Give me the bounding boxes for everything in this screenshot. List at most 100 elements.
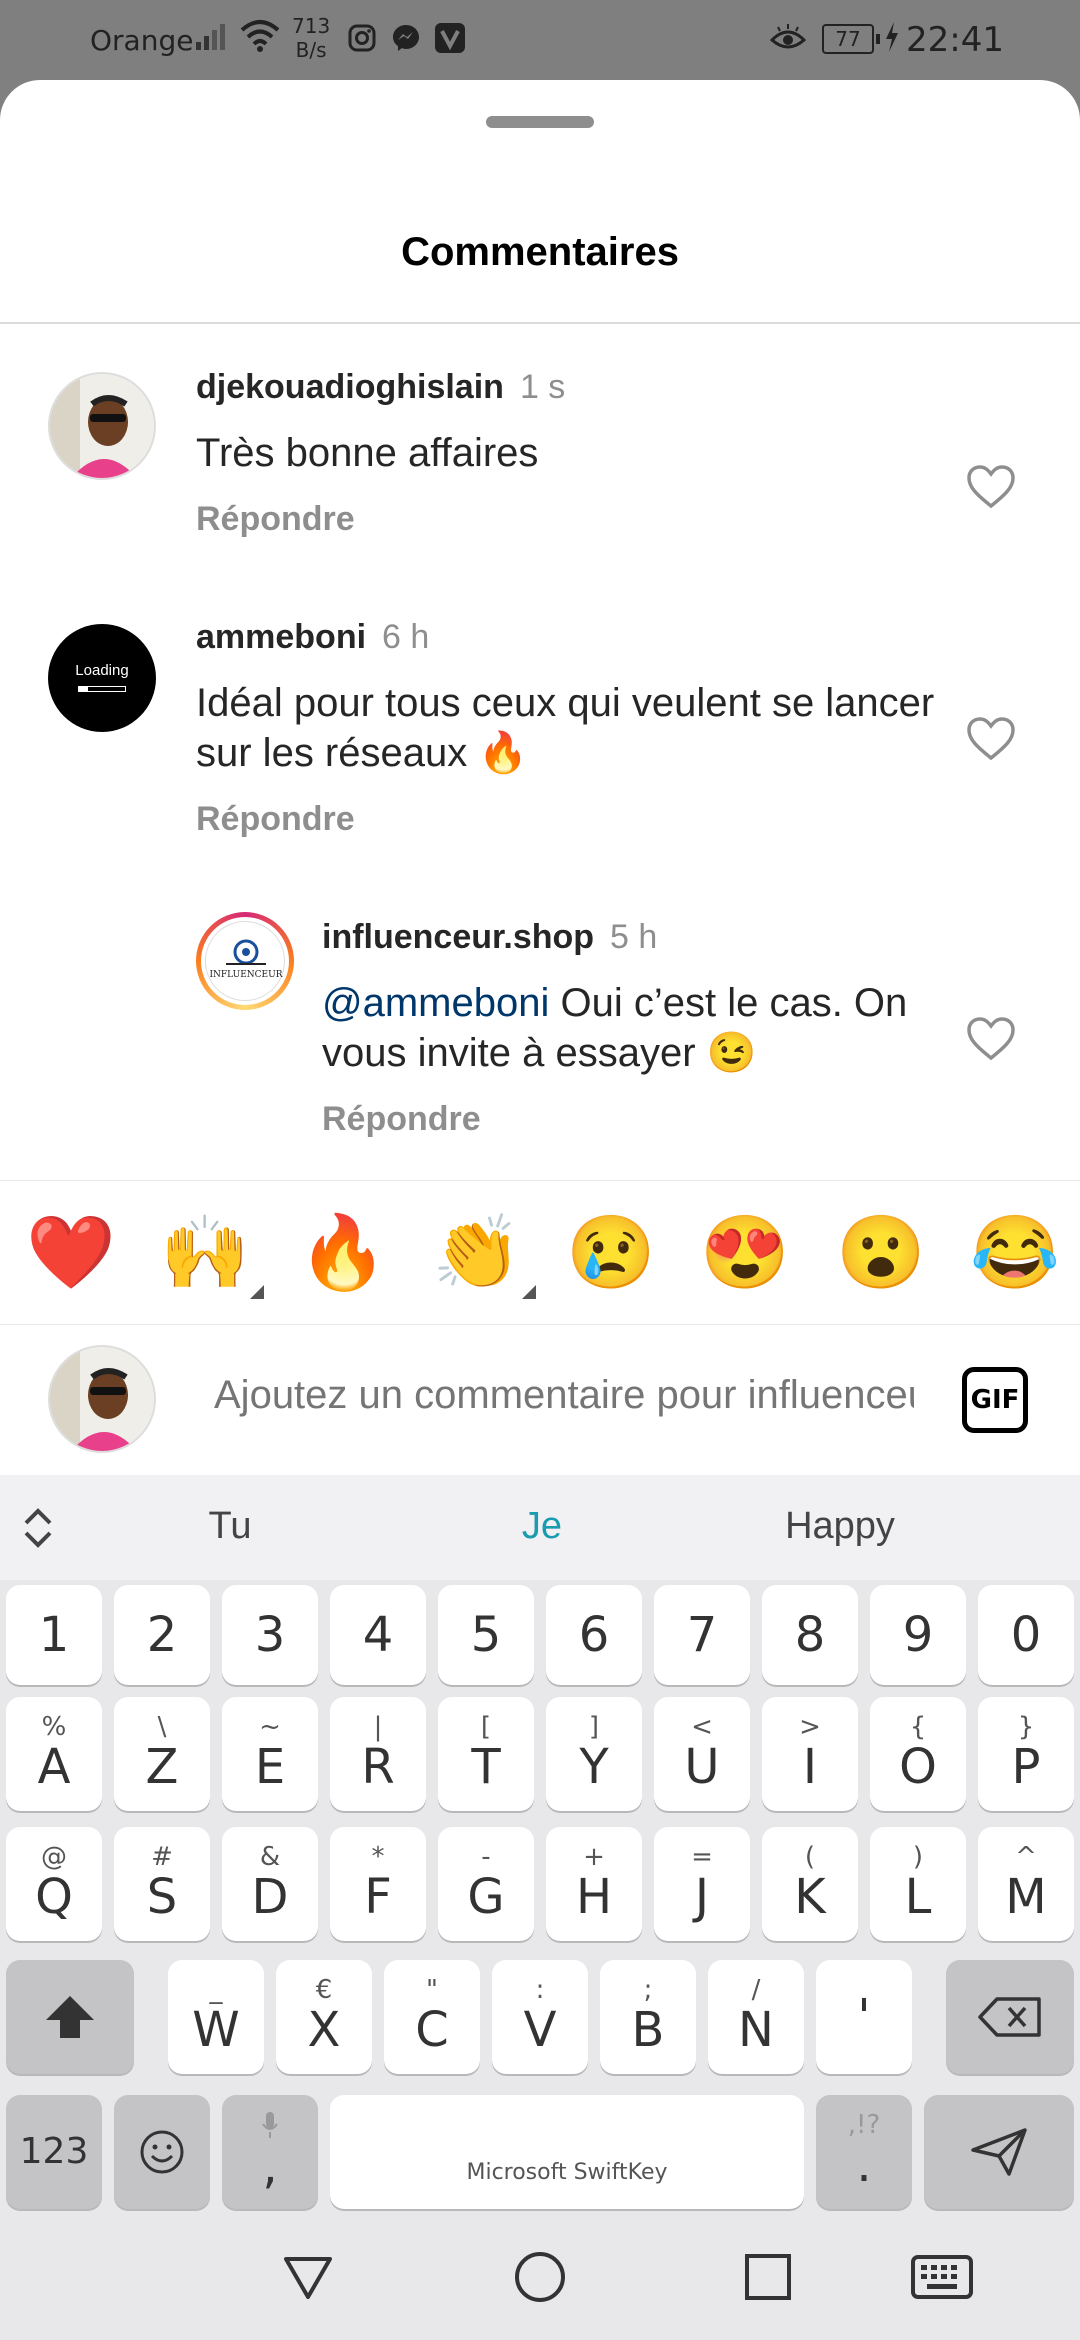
key-secondary-label: € (315, 1975, 333, 2005)
key-i[interactable]: > I (762, 1697, 858, 1811)
key-j[interactable]: = J (654, 1827, 750, 1941)
key-p[interactable]: } P (978, 1697, 1074, 1811)
key-8[interactable]: 8 (762, 1585, 858, 1685)
key-q[interactable]: @ Q (6, 1827, 102, 1941)
key-9[interactable]: 9 (870, 1585, 966, 1685)
key-f[interactable]: * F (330, 1827, 426, 1941)
skin-tone-indicator (521, 1285, 536, 1299)
key-h[interactable]: + H (546, 1827, 642, 1941)
avatar[interactable]: Loading (48, 624, 156, 732)
key-7[interactable]: 7 (654, 1585, 750, 1685)
recents-square-icon[interactable] (736, 2245, 800, 2309)
key-1[interactable]: 1 (6, 1585, 102, 1685)
key-6[interactable]: 6 (546, 1585, 642, 1685)
comment-username[interactable]: ammeboni 6 h (196, 618, 429, 657)
key-label: 2 (146, 1607, 178, 1663)
key-label: T (471, 1739, 501, 1795)
key-row3-1[interactable]: € X (276, 1960, 372, 2074)
key-label: Z (145, 1739, 179, 1795)
key-l[interactable]: ) L (870, 1827, 966, 1941)
comment-time: 5 h (610, 918, 658, 956)
shift-key[interactable] (6, 1960, 134, 2074)
comma-key[interactable]: , (222, 2095, 318, 2209)
key-s[interactable]: # S (114, 1827, 210, 1941)
reply-button[interactable]: Répondre (196, 500, 355, 539)
key-y[interactable]: ] Y (546, 1697, 642, 1811)
comment-time: 1 s (519, 368, 566, 406)
key-label: L (904, 1869, 932, 1925)
comment-username[interactable]: influenceur.shop 5 h (322, 918, 657, 957)
backspace-key[interactable] (946, 1960, 1074, 2074)
microphone-icon (262, 2112, 278, 2138)
key-label: 8 (794, 1607, 826, 1663)
expand-toolbar-icon[interactable] (18, 1503, 58, 1558)
space-bar[interactable]: Microsoft SwiftKey (330, 2095, 804, 2209)
key-g[interactable]: -G (438, 1827, 534, 1941)
gif-button[interactable]: GIF (962, 1367, 1028, 1433)
suggestion-3[interactable]: Happy (740, 1505, 940, 1548)
emoji-surprised-face[interactable]: 😮 (836, 1211, 926, 1295)
comment-input[interactable] (214, 1373, 914, 1418)
key-0[interactable]: 0 (978, 1585, 1074, 1685)
key-z[interactable]: \ Z (114, 1697, 210, 1811)
key-2[interactable]: 2 (114, 1585, 210, 1685)
reply-button[interactable]: Répondre (196, 800, 355, 839)
key-5[interactable]: 5 (438, 1585, 534, 1685)
key-3[interactable]: 3 (222, 1585, 318, 1685)
reply-button[interactable]: Répondre (322, 1100, 481, 1139)
smiley-icon (140, 2130, 184, 2174)
key-secondary-label: " (426, 1975, 438, 2005)
key-row3-0[interactable]: _ W (168, 1960, 264, 2074)
like-heart-icon[interactable] (966, 1016, 1016, 1062)
emoji-clapping-hands[interactable]: 👏 (432, 1211, 536, 1299)
key-label: A (37, 1739, 71, 1795)
emoji-tears-of-joy[interactable]: 😂 (970, 1211, 1060, 1295)
emoji-heart-eyes[interactable]: 😍 (700, 1211, 790, 1295)
emoji-key[interactable] (114, 2095, 210, 2209)
suggestion-2[interactable]: Je (442, 1505, 642, 1548)
key-row3-3[interactable]: :V (492, 1960, 588, 2074)
key-r[interactable]: | R (330, 1697, 426, 1811)
send-key[interactable] (924, 2095, 1074, 2209)
key-row3-4[interactable]: ; B (600, 1960, 696, 2074)
mention-link[interactable]: @ammeboni (322, 981, 549, 1025)
like-heart-icon[interactable] (966, 464, 1016, 510)
key-4[interactable]: 4 (330, 1585, 426, 1685)
numbers-key[interactable]: 123 (6, 2095, 102, 2209)
wifi-icon (240, 18, 280, 56)
home-circle-icon[interactable] (508, 2245, 572, 2309)
drag-handle[interactable] (486, 116, 594, 128)
key-o[interactable]: {O (870, 1697, 966, 1811)
key-label: 3 (254, 1607, 286, 1663)
comment-text: @ammeboni Oui c’est le cas. On vous invi… (322, 981, 908, 1075)
comment-input-bar: GIF (0, 1325, 1080, 1475)
divider (0, 322, 1080, 324)
key-u[interactable]: < U (654, 1697, 750, 1811)
charging-icon (884, 22, 900, 59)
avatar[interactable] (48, 372, 156, 480)
key-row3-6[interactable]: ' (816, 1960, 912, 2074)
key-row3-2[interactable]: " C (384, 1960, 480, 2074)
avatar-story-ring[interactable]: INFLUENCEUR (196, 912, 294, 1010)
keyboard-switch-icon[interactable] (910, 2245, 974, 2309)
key-secondary-label: & (259, 1842, 281, 1872)
period-key[interactable]: ,!?. (816, 2095, 912, 2209)
key-row3-5[interactable]: / N (708, 1960, 804, 2074)
comment-time: 6 h (382, 618, 430, 656)
key-t[interactable]: [T (438, 1697, 534, 1811)
key-k[interactable]: (K (762, 1827, 858, 1941)
key-e[interactable]: ~ E (222, 1697, 318, 1811)
emoji-raising-hands[interactable]: 🙌 (160, 1211, 264, 1299)
emoji-fire[interactable]: 🔥 (298, 1211, 388, 1295)
comment-username[interactable]: djekouadioghislain 1 s (196, 368, 565, 407)
suggestion-1[interactable]: Tu (130, 1505, 330, 1548)
key-a[interactable]: % A (6, 1697, 102, 1811)
key-m[interactable]: ^ M (978, 1827, 1074, 1941)
emoji-crying-face[interactable]: 😢 (566, 1211, 656, 1295)
key-secondary-label: / (751, 1975, 761, 2005)
back-triangle-icon[interactable] (276, 2245, 340, 2309)
emoji-heart[interactable]: ❤️ (26, 1211, 116, 1295)
key-label: K (794, 1869, 826, 1925)
like-heart-icon[interactable] (966, 716, 1016, 762)
key-d[interactable]: & D (222, 1827, 318, 1941)
